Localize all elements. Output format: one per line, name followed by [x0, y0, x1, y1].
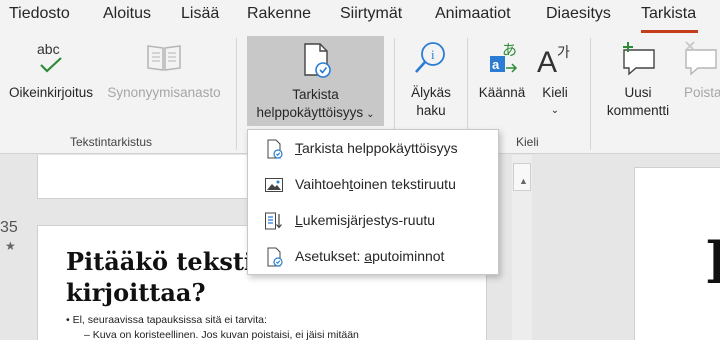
accessibility-label-line2: helppokäyttöisyys [256, 105, 364, 120]
tab-tiedosto[interactable]: Tiedosto [9, 5, 70, 23]
new-comment-line2: kommentti [606, 103, 670, 118]
spelling-check-icon: abc [31, 38, 71, 78]
active-tab-indicator [641, 30, 698, 33]
language-icon: A 가 [535, 38, 575, 78]
tab-lisaa[interactable]: Lisää [181, 5, 219, 23]
thesaurus-label: Synonyymisanasto [107, 85, 221, 100]
menu-item-alt-text[interactable]: Vaihtoehtoinen tekstiruutu [248, 167, 498, 203]
proofing-group-label: Tekstintarkistus [70, 135, 153, 149]
new-comment-line1: Uusi [624, 85, 652, 100]
chevron-down-icon: ⌄ [550, 105, 560, 116]
tab-animaatiot[interactable]: Animaatiot [435, 5, 511, 23]
chevron-down-icon: ⌄ [366, 109, 375, 120]
translate-icon: a あ [482, 38, 522, 78]
svg-text:a: a [492, 57, 500, 72]
language-group-label: Kieli [516, 135, 539, 149]
tab-diaesitys[interactable]: Diaesitys [546, 5, 611, 23]
delete-comment-button[interactable]: Poista [680, 38, 720, 108]
search-icon: i [411, 38, 451, 78]
label-part: oinen tekstiruutu [353, 176, 456, 192]
label-part: arkista helppokäyttöisyys [302, 140, 458, 156]
mnemonic: a [364, 248, 373, 264]
tab-tarkista[interactable]: Tarkista [641, 5, 696, 23]
group-separator [590, 38, 591, 150]
menu-item-reading-order[interactable]: Lukemisjärjestys-ruutu [248, 203, 498, 239]
label-part: putoiminnot [372, 248, 445, 264]
mnemonic: T [295, 140, 302, 156]
thesaurus-button[interactable]: Synonyymisanasto [101, 38, 227, 108]
chevron-up-icon: ▲ [519, 176, 528, 186]
language-button[interactable]: A 가 Kieli ⌄ [532, 38, 578, 124]
group-separator [236, 38, 237, 150]
book-icon [144, 38, 184, 78]
new-comment-icon [618, 38, 658, 78]
accessibility-dropdown-menu: Tarkista helppokäyttöisyys Vaihtoehtoine… [247, 129, 499, 275]
menu-item-label: Lukemisjärjestys-ruutu [295, 212, 435, 228]
menu-item-check-accessibility[interactable]: Tarkista helppokäyttöisyys [248, 131, 498, 167]
translate-label: Käännä [478, 85, 526, 100]
menu-item-label: Tarkista helppokäyttöisyys [295, 140, 458, 156]
accessibility-label-line1: Tarkista [292, 87, 339, 102]
slide-animation-star-icon: ★ [5, 239, 16, 253]
scroll-up-button[interactable]: ▲ [513, 163, 531, 191]
svg-text:가: 가 [557, 45, 570, 61]
slide-editor-canvas[interactable]: I [634, 167, 720, 340]
tab-siirtymat[interactable]: Siirtymät [340, 5, 402, 23]
ribbon-tab-bar: Tiedosto Aloitus Lisää Rakenne Siirtymät… [0, 0, 720, 34]
accessibility-label-line2-wrap: helppokäyttöisyys ⌄ [257, 104, 375, 124]
slide-sub-bullet: – Kuva on koristeellinen. Jos kuvan pois… [84, 329, 359, 340]
label-part: ukemisjärjestys-ruutu [302, 212, 436, 228]
smart-lookup-line1: Älykäs [411, 85, 451, 100]
menu-item-label: Asetukset: aputoiminnot [295, 248, 444, 264]
svg-text:i: i [431, 47, 435, 62]
accessibility-check-icon [296, 40, 336, 80]
new-comment-button[interactable]: Uusi kommentti [600, 38, 676, 124]
label-part: Asetukset: [295, 248, 365, 264]
accessibility-check-icon [264, 139, 284, 159]
delete-comment-label: Poista [684, 85, 720, 100]
translate-button[interactable]: a あ Käännä [474, 38, 530, 108]
alt-text-icon [264, 175, 284, 195]
label-part: Vaihtoeh [295, 176, 350, 192]
editor-slide-text: I [705, 228, 720, 298]
spelling-label: Oikeinkirjoitus [8, 85, 94, 100]
mnemonic: L [295, 212, 303, 228]
slide-title-line2: kirjoittaa? [66, 278, 206, 307]
slide-number: 35 [0, 219, 18, 236]
reading-order-icon [264, 211, 284, 231]
svg-text:あ: あ [502, 41, 517, 59]
slide-bullet: • El, seuraavissa tapauksissa sitä ei ta… [66, 314, 267, 326]
language-label: Kieli [542, 85, 568, 100]
settings-accessibility-icon [264, 247, 284, 267]
check-accessibility-button[interactable]: Tarkista helppokäyttöisyys ⌄ [247, 36, 384, 126]
svg-text:abc: abc [37, 41, 60, 57]
tab-aloitus[interactable]: Aloitus [103, 5, 151, 23]
tab-rakenne[interactable]: Rakenne [247, 5, 311, 23]
smart-lookup-line2: haku [416, 103, 446, 118]
menu-item-label: Vaihtoehtoinen tekstiruutu [295, 176, 456, 192]
smart-lookup-button[interactable]: i Älykäs haku [404, 38, 458, 124]
spelling-button[interactable]: abc Oikeinkirjoitus [2, 38, 100, 108]
delete-comment-icon [680, 38, 720, 78]
thumbnail-scrollbar[interactable]: ▲ [512, 155, 532, 340]
svg-text:A: A [537, 46, 557, 78]
menu-item-assistive-options[interactable]: Asetukset: aputoiminnot [248, 239, 498, 275]
